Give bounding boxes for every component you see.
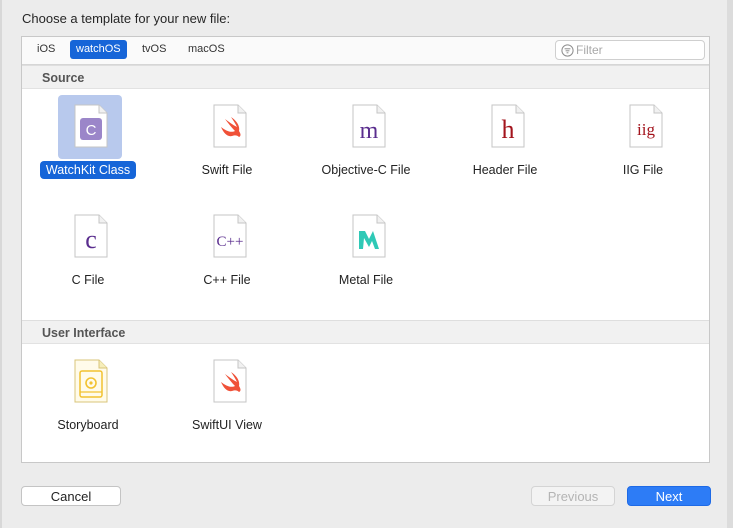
template-icon-tile	[197, 350, 261, 414]
objective-c-file-icon: m	[352, 104, 386, 148]
template-iig-file[interactable]: iig IIG File	[583, 95, 703, 195]
tab-tvos[interactable]: tvOS	[136, 40, 172, 59]
tab-macos[interactable]: macOS	[182, 40, 231, 59]
iig-glyph: iig	[637, 120, 655, 139]
template-watchkit-class[interactable]: C WatchKit Class	[28, 95, 148, 195]
template-label: Swift File	[201, 163, 253, 177]
template-metal-file[interactable]: Metal File	[306, 205, 426, 305]
template-swift-file[interactable]: Swift File	[167, 95, 287, 195]
template-icon-tile: C	[58, 95, 122, 159]
swift-file-icon	[213, 104, 247, 148]
template-c-file[interactable]: c C File	[28, 205, 148, 305]
template-icon-tile	[336, 205, 400, 269]
window-edge-right	[727, 0, 733, 528]
template-icon-tile: h	[475, 95, 539, 159]
filter-icon	[561, 44, 574, 57]
dialog-prompt: Choose a template for your new file:	[22, 11, 231, 26]
tab-ios[interactable]: iOS	[31, 40, 61, 59]
cpp-file-icon: C++	[213, 214, 247, 258]
c-file-icon: c	[74, 214, 108, 258]
template-storyboard[interactable]: Storyboard	[28, 350, 148, 450]
cpp-glyph: C++	[217, 234, 244, 250]
template-label: C File	[71, 273, 105, 287]
class-file-icon: C	[74, 104, 108, 148]
template-icon-tile: iig	[613, 95, 677, 159]
template-label: Metal File	[338, 273, 394, 287]
template-header-file[interactable]: h Header File	[445, 95, 565, 195]
filter-field[interactable]	[555, 40, 705, 60]
previous-button[interactable]: Previous	[531, 486, 615, 506]
window-edge-left	[0, 0, 2, 528]
template-icon-tile	[197, 95, 261, 159]
platform-tab-bar: iOS watchOS tvOS macOS	[22, 37, 709, 65]
tab-watchos[interactable]: watchOS	[70, 40, 127, 59]
template-label: IIG File	[622, 163, 664, 177]
template-objective-c-file[interactable]: m Objective-C File	[306, 95, 426, 195]
template-swiftui-view[interactable]: SwiftUI View	[167, 350, 287, 450]
template-cpp-file[interactable]: C++ C++ File	[167, 205, 287, 305]
filter-input[interactable]	[576, 42, 698, 58]
template-icon-tile: C++	[197, 205, 261, 269]
template-label: C++ File	[203, 273, 251, 287]
objc-glyph: m	[360, 118, 379, 144]
section-header-user-interface: User Interface	[22, 320, 709, 344]
section-header-source: Source	[22, 65, 709, 89]
swift-file-icon	[213, 359, 247, 403]
template-icon-tile	[58, 350, 122, 414]
new-file-dialog: Choose a template for your new file: iOS…	[0, 0, 733, 528]
template-label: SwiftUI View	[192, 418, 262, 432]
metal-file-icon	[352, 214, 386, 258]
header-file-icon: h	[491, 104, 525, 148]
storyboard-file-icon	[74, 359, 108, 403]
template-label: WatchKit Class	[39, 161, 137, 179]
template-icon-tile: c	[58, 205, 122, 269]
c-glyph: c	[85, 225, 97, 254]
header-glyph: h	[502, 115, 515, 144]
class-glyph: C	[86, 122, 97, 139]
template-label: Header File	[472, 163, 538, 177]
template-panel: iOS watchOS tvOS macOS Source	[21, 36, 710, 463]
template-label: Storyboard	[57, 418, 119, 432]
template-label: Objective-C File	[321, 163, 411, 177]
iig-file-icon: iig	[629, 104, 663, 148]
template-icon-tile: m	[336, 95, 400, 159]
next-button[interactable]: Next	[627, 486, 711, 506]
cancel-button[interactable]: Cancel	[21, 486, 121, 506]
